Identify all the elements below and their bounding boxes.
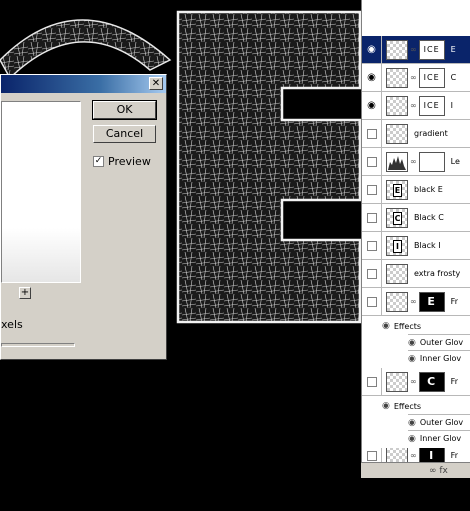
layer-thumbnail: E <box>386 179 408 200</box>
layer-row[interactable]: gradient <box>362 119 470 148</box>
layers-panel-footer[interactable]: ∞ fx <box>361 462 470 478</box>
hidden-eye-box <box>366 128 377 139</box>
eye-icon: ◉ <box>367 72 376 83</box>
preview-checkbox[interactable]: ✓ <box>93 156 104 167</box>
layer-thumbnail: I <box>386 235 408 256</box>
layer-name: black E <box>414 185 443 194</box>
frosted-letter-e <box>176 10 362 324</box>
visibility-toggle[interactable] <box>362 367 382 396</box>
layer-name: Fr <box>450 377 458 386</box>
layer-name: Black C <box>414 213 444 222</box>
inner-glow-effect[interactable]: ◉ Inner Glov <box>408 350 470 366</box>
layer-thumbnail <box>386 371 408 392</box>
inner-glow-effect[interactable]: ◉ Inner Glov <box>408 430 470 446</box>
layer-name: extra frosty <box>414 269 461 278</box>
outer-glow-effect[interactable]: ◉ Outer Glov <box>408 334 470 350</box>
chain-link-icon: ∞ <box>410 157 417 166</box>
visibility-toggle[interactable] <box>362 287 382 316</box>
frosted-arch <box>0 19 172 80</box>
outer-glow-effect[interactable]: ◉ Outer Glov <box>408 414 470 430</box>
effects-group[interactable]: ◉ Effects <box>382 398 470 414</box>
chain-link-icon: ∞ <box>410 297 417 306</box>
hidden-eye-box <box>366 212 377 223</box>
effects-group[interactable]: ◉ Effects <box>382 318 470 334</box>
eye-icon: ◉ <box>382 401 390 411</box>
layer-mask-thumbnail <box>418 151 445 172</box>
hidden-eye-box <box>366 268 377 279</box>
layer-thumbnail <box>386 123 408 144</box>
preview-checkbox-row[interactable]: ✓ Preview <box>93 155 151 168</box>
layer-row[interactable]: ∞ C Fr <box>362 367 470 396</box>
layer-mask-thumbnail: ICE <box>418 95 445 116</box>
layer-row[interactable]: C Black C <box>362 203 470 232</box>
layer-name: Le <box>450 157 460 166</box>
layer-thumbnail <box>386 95 408 116</box>
visibility-toggle[interactable] <box>362 231 382 260</box>
chain-link-icon: ∞ <box>410 73 417 82</box>
ok-button[interactable]: OK <box>92 100 157 120</box>
layer-row[interactable]: E black E <box>362 175 470 204</box>
hidden-eye-box <box>366 376 377 387</box>
eye-icon: ◉ <box>367 44 376 55</box>
visibility-toggle[interactable] <box>362 203 382 232</box>
visibility-toggle[interactable]: ◉ <box>362 91 382 120</box>
layer-name: Fr <box>450 451 458 460</box>
layer-row[interactable]: extra frosty <box>362 259 470 288</box>
layer-name: I <box>450 101 454 110</box>
preview-pane[interactable] <box>1 101 81 283</box>
layers-panel: ◉ ∞ ICE E ◉ ∞ ICE C ◉ ∞ ICE I gradient ∞… <box>361 0 470 478</box>
layer-thumbnail <box>386 67 408 88</box>
hidden-eye-box <box>366 156 377 167</box>
zoom-in-button[interactable]: + <box>19 287 31 299</box>
cancel-button[interactable]: Cancel <box>93 125 156 143</box>
visibility-toggle[interactable] <box>362 259 382 288</box>
hidden-eye-box <box>366 184 377 195</box>
layer-thumbnail <box>386 291 408 312</box>
layer-name: gradient <box>414 129 448 138</box>
pixels-label: xels <box>1 318 23 331</box>
eye-icon: ◉ <box>408 433 416 444</box>
visibility-toggle[interactable] <box>362 147 382 176</box>
eye-icon: ◉ <box>408 337 416 348</box>
layer-thumbnail <box>386 39 408 60</box>
levels-histogram-icon <box>386 151 408 172</box>
visibility-toggle[interactable]: ◉ <box>362 63 382 92</box>
hidden-eye-box <box>366 296 377 307</box>
layer-thumbnail: C <box>386 207 408 228</box>
chain-link-icon: ∞ <box>410 45 417 54</box>
layer-row[interactable]: ◉ ∞ ICE C <box>362 63 470 92</box>
layer-row[interactable]: ∞ Le <box>362 147 470 176</box>
eye-icon: ◉ <box>367 100 376 111</box>
eye-icon: ◉ <box>408 417 416 428</box>
layer-mask-thumbnail: C <box>418 371 445 392</box>
hidden-eye-box <box>366 450 377 461</box>
close-button[interactable]: ✕ <box>149 77 163 90</box>
eye-icon: ◉ <box>382 321 390 331</box>
visibility-toggle[interactable]: ◉ <box>362 35 382 64</box>
layer-row[interactable]: ◉ ∞ ICE E <box>362 35 470 64</box>
layer-name: Fr <box>450 297 458 306</box>
layer-mask-thumbnail: ICE <box>418 67 445 88</box>
chain-link-icon: ∞ <box>410 101 417 110</box>
layer-name: E <box>450 45 456 54</box>
chain-link-icon: ∞ <box>410 451 417 460</box>
layer-row[interactable]: ◉ ∞ ICE I <box>362 91 470 120</box>
visibility-toggle[interactable] <box>362 119 382 148</box>
hidden-eye-box <box>366 240 377 251</box>
layer-name: Black I <box>414 241 441 250</box>
layer-row[interactable]: I Black I <box>362 231 470 260</box>
eye-icon: ◉ <box>408 353 416 364</box>
filter-dialog: ✕ OK Cancel ✓ Preview + xels <box>0 74 167 360</box>
dialog-title-bar[interactable] <box>1 75 166 93</box>
preview-label: Preview <box>108 155 151 168</box>
visibility-toggle[interactable] <box>362 175 382 204</box>
layer-row[interactable]: ∞ E Fr <box>362 287 470 316</box>
layer-mask-thumbnail: E <box>418 291 445 312</box>
layer-thumbnail <box>386 263 408 284</box>
layer-mask-thumbnail: ICE <box>418 39 445 60</box>
radius-slider[interactable] <box>1 343 75 347</box>
layer-name: C <box>450 73 457 82</box>
chain-link-icon: ∞ <box>410 377 417 386</box>
